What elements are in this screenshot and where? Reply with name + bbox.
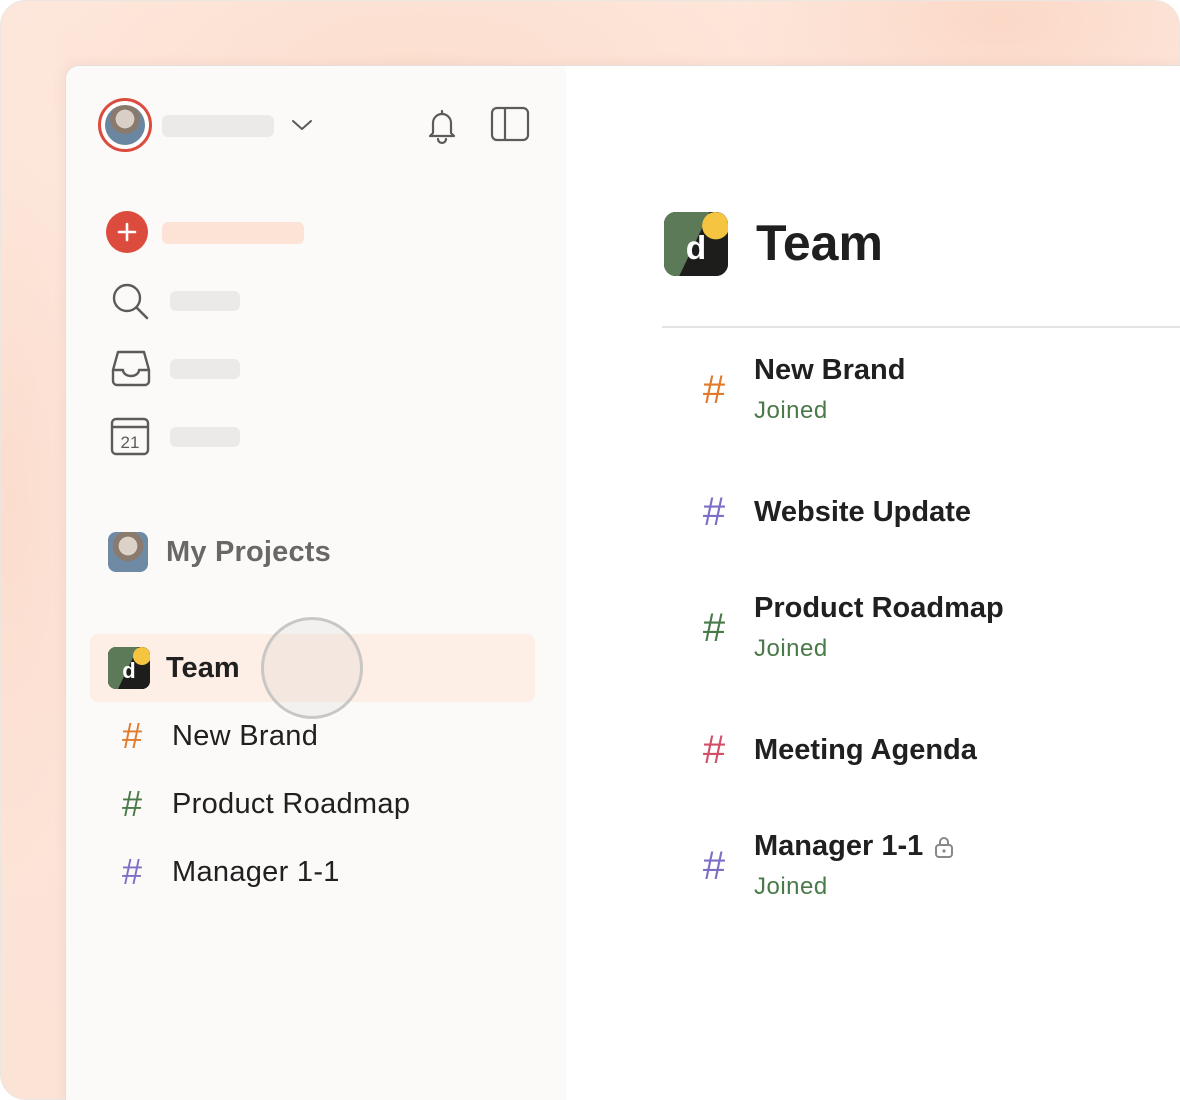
page-title: Team xyxy=(756,215,883,271)
project-item-new-brand[interactable]: # New Brand Joined xyxy=(696,354,906,425)
add-task-button[interactable] xyxy=(106,211,148,253)
my-projects-header[interactable]: My Projects xyxy=(108,532,331,572)
inbox-nav-item[interactable] xyxy=(110,348,152,388)
svg-text:d: d xyxy=(122,658,135,683)
sidebar-item-label: New Brand xyxy=(172,719,319,752)
calendar-nav-item[interactable]: 21 xyxy=(110,416,150,456)
hash-icon: # xyxy=(702,605,726,650)
project-name: Product Roadmap xyxy=(754,592,1004,624)
team-logo-icon: d xyxy=(664,212,728,276)
avatar-image xyxy=(105,105,145,145)
project-name: Website Update xyxy=(754,495,972,528)
project-item-website-update[interactable]: # Website Update xyxy=(696,492,971,532)
bell-icon[interactable] xyxy=(422,104,462,148)
project-item-meeting-agenda[interactable]: # Meeting Agenda xyxy=(696,730,977,770)
hash-icon: # xyxy=(702,367,726,412)
lock-icon xyxy=(935,836,954,858)
main-content: d Team # New Brand Joined # Website Upda… xyxy=(566,66,1180,1100)
project-name: New Brand xyxy=(754,354,906,386)
hash-icon: # xyxy=(121,715,143,756)
inbox-label-placeholder xyxy=(170,359,240,379)
inbox-icon xyxy=(111,350,151,387)
sidebar-item-new-brand[interactable]: # New Brand xyxy=(114,718,318,754)
app-window: 21 My Projects d Team # New Brand # Prod… xyxy=(65,65,1180,1100)
search-icon xyxy=(112,283,149,320)
hash-icon: # xyxy=(121,851,143,892)
svg-text:d: d xyxy=(686,230,706,267)
sidebar-item-label: Product Roadmap xyxy=(172,787,411,820)
project-name: Manager 1-1 xyxy=(754,830,924,862)
plus-icon xyxy=(106,211,148,253)
hash-icon: # xyxy=(702,490,726,534)
sidebar-item-manager-1-1[interactable]: # Manager 1-1 xyxy=(114,854,340,890)
joined-status: Joined xyxy=(754,873,828,900)
sidebar-item-product-roadmap[interactable]: # Product Roadmap xyxy=(114,786,410,822)
joined-status: Joined xyxy=(754,397,828,424)
sidebar-item-label: Team xyxy=(166,651,240,684)
divider xyxy=(662,326,1180,328)
my-projects-label: My Projects xyxy=(166,535,331,568)
add-task-label-placeholder xyxy=(162,222,304,244)
sidebar-item-label: Manager 1-1 xyxy=(172,855,340,888)
search-nav-item[interactable] xyxy=(109,280,151,322)
joined-status: Joined xyxy=(754,635,828,662)
sidebar-toggle-icon[interactable] xyxy=(489,104,531,144)
project-item-manager-1-1[interactable]: # Manager 1-1 Joined xyxy=(696,830,955,901)
sidebar: 21 My Projects d Team # New Brand # Prod… xyxy=(66,66,566,1100)
username-placeholder[interactable] xyxy=(162,115,274,137)
chevron-down-icon[interactable] xyxy=(290,116,314,134)
hash-icon: # xyxy=(702,843,726,888)
hash-icon: # xyxy=(702,728,726,772)
svg-text:21: 21 xyxy=(121,433,140,452)
cursor-indicator xyxy=(261,617,363,719)
user-avatar[interactable] xyxy=(98,98,152,152)
team-logo-icon: d xyxy=(108,647,150,689)
search-label-placeholder xyxy=(170,291,240,311)
project-item-product-roadmap[interactable]: # Product Roadmap Joined xyxy=(696,592,1004,663)
my-projects-avatar xyxy=(108,532,148,572)
calendar-label-placeholder xyxy=(170,427,240,447)
project-name: Meeting Agenda xyxy=(754,733,977,766)
hash-icon: # xyxy=(121,783,143,824)
calendar-icon: 21 xyxy=(110,417,150,456)
